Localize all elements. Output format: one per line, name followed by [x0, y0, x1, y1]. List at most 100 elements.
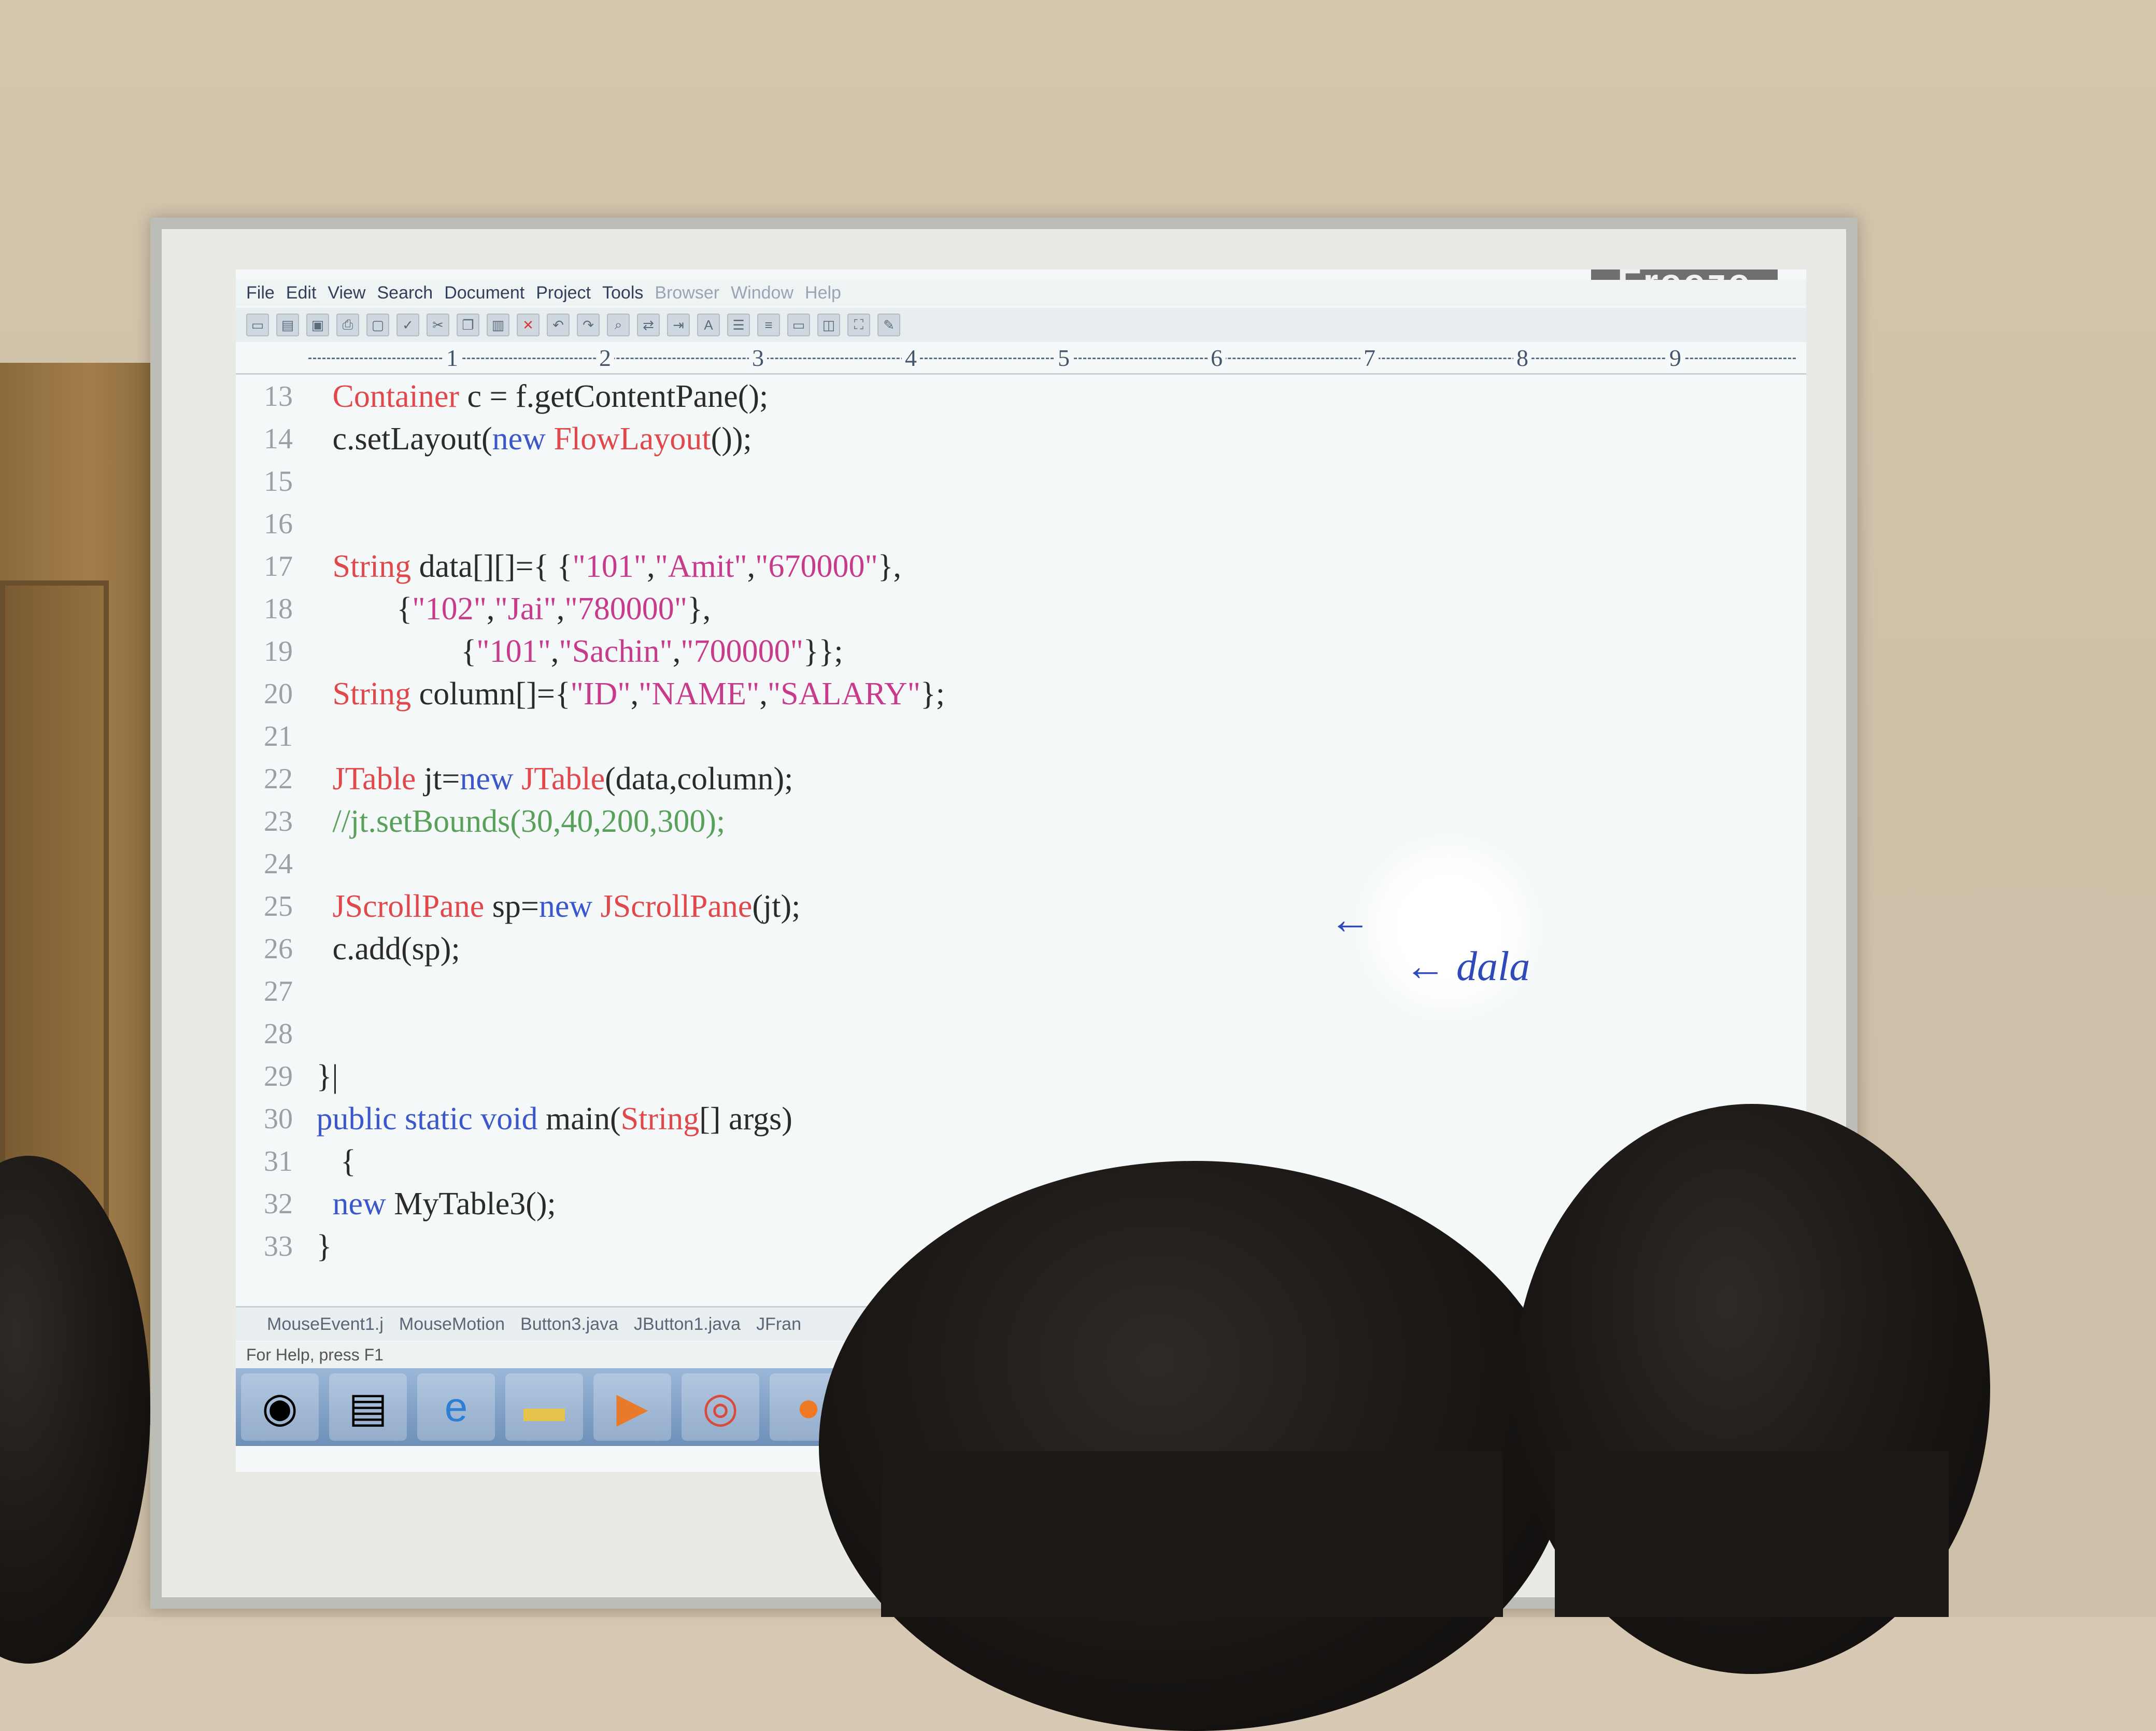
replace-icon[interactable]: ⇄	[637, 314, 660, 336]
code-line[interactable]: 30 public static void main(String[] args…	[236, 1098, 1806, 1140]
split-view-icon[interactable]: ◫	[817, 314, 840, 336]
new-file-icon[interactable]: ▭	[246, 314, 269, 336]
delete-icon[interactable]: ✕	[517, 314, 540, 336]
code-token: Container	[332, 379, 460, 414]
line-number: 15	[264, 465, 293, 498]
paste-icon[interactable]: ▥	[487, 314, 509, 336]
media-player-icon[interactable]: ▶	[593, 1373, 671, 1441]
code-token: "700000"	[680, 634, 803, 669]
code-line[interactable]: 13 Container c = f.getContentPane();	[236, 376, 1806, 417]
code-token: ,	[747, 549, 756, 584]
code-line[interactable]: 19 {"101","Sachin","700000"}};	[236, 631, 1806, 672]
code-line[interactable]: 24	[236, 843, 1806, 885]
start-button-icon[interactable]: ◉	[241, 1373, 319, 1441]
code-token: [] args)	[699, 1101, 792, 1137]
list-icon[interactable]: ☰	[727, 314, 750, 336]
code-text: c.setLayout(new FlowLayout());	[308, 418, 752, 460]
code-editor[interactable]: 13 Container c = f.getContentPane(); 14 c…	[236, 376, 1806, 1303]
file-tab[interactable]: JButton1.java	[634, 1314, 741, 1335]
code-token: //jt.setBounds(30,40,200,300);	[332, 804, 726, 839]
code-line[interactable]: 22 JTable jt=new JTable(data,column);	[236, 758, 1806, 800]
code-line[interactable]: 20 String column[]={"ID","NAME","SALARY"…	[236, 673, 1806, 715]
code-token: (jt);	[752, 889, 801, 924]
print-preview-icon[interactable]: ▢	[366, 314, 389, 336]
menu-item-window[interactable]: Window	[731, 283, 793, 303]
menu-item-document[interactable]: Document	[444, 283, 524, 303]
line-number: 32	[264, 1188, 293, 1220]
file-tab[interactable]: MouseMotion	[399, 1314, 505, 1335]
code-line[interactable]: 15	[236, 461, 1806, 502]
code-line[interactable]: 29 }|	[236, 1056, 1806, 1097]
code-token: ,	[486, 591, 495, 627]
menu-item-file[interactable]: File	[246, 283, 275, 303]
numbered-list-icon[interactable]: ≡	[757, 314, 780, 336]
code-line[interactable]: 18 {"102","Jai","780000"},	[236, 588, 1806, 630]
ruler-mark: 3	[749, 344, 767, 372]
ruler-mark: 8	[1513, 344, 1531, 372]
line-number: 23	[264, 805, 293, 838]
code-token: data[][]={ {	[411, 549, 573, 584]
save-icon[interactable]: ▣	[306, 314, 329, 336]
menu-item-project[interactable]: Project	[536, 283, 591, 303]
copy-icon[interactable]: ❐	[457, 314, 479, 336]
find-icon[interactable]: ⌕	[607, 314, 630, 336]
menu-bar: File Edit View Search Document Project Tools Br…	[236, 280, 1806, 306]
code-text: JScrollPane sp=new JScrollPane(jt);	[308, 886, 801, 927]
code-line[interactable]: 27	[236, 971, 1806, 1012]
code-line[interactable]: 23 //jt.setBounds(30,40,200,300);	[236, 801, 1806, 842]
cut-icon[interactable]: ✂	[427, 314, 449, 336]
code-token: JScrollPane	[332, 889, 485, 924]
code-line[interactable]: 31 {	[236, 1141, 1806, 1182]
code-line[interactable]: 25 JScrollPane sp=new JScrollPane(jt);	[236, 886, 1806, 927]
chrome-icon[interactable]: ◎	[682, 1373, 759, 1441]
ruler-mark: 2	[596, 344, 614, 372]
file-tab[interactable]: MouseEvent1.j	[267, 1314, 384, 1335]
window-icon[interactable]: ▭	[787, 314, 810, 336]
internet-explorer-icon[interactable]: e	[417, 1373, 495, 1441]
code-token: JScrollPane	[600, 889, 753, 924]
code-line[interactable]: 28	[236, 1013, 1806, 1055]
menu-item-browser[interactable]: Browser	[655, 283, 719, 303]
code-token: {	[396, 591, 413, 627]
code-token: "SALARY"	[767, 676, 921, 712]
code-line[interactable]: 14 c.setLayout(new FlowLayout());	[236, 418, 1806, 460]
menu-item-search[interactable]: Search	[377, 283, 433, 303]
open-folder-icon[interactable]: ▤	[276, 314, 299, 336]
menu-item-help[interactable]: Help	[805, 283, 841, 303]
spellcheck-icon[interactable]: ✓	[396, 314, 419, 336]
code-token: ,	[647, 549, 655, 584]
code-token: jt=	[416, 761, 460, 797]
line-number: 25	[264, 890, 293, 923]
menu-item-tools[interactable]: Tools	[602, 283, 643, 303]
student-head-center	[819, 1161, 1570, 1731]
file-tab[interactable]: JFran	[756, 1314, 801, 1335]
line-number: 20	[264, 678, 293, 710]
font-size-icon[interactable]: A	[697, 314, 720, 336]
menu-item-view[interactable]: View	[328, 283, 365, 303]
print-icon[interactable]: ⎙	[336, 314, 359, 336]
code-token: String	[332, 676, 412, 712]
code-token: }	[316, 1229, 332, 1264]
code-line[interactable]: 17 String data[][]={ {"101","Amit","6700…	[236, 546, 1806, 587]
fullscreen-icon[interactable]: ⛶	[847, 314, 870, 336]
undo-icon[interactable]: ↶	[547, 314, 570, 336]
code-line[interactable]: 26 c.add(sp);	[236, 928, 1806, 970]
indent-icon[interactable]: ⇥	[667, 314, 690, 336]
line-number: 21	[264, 720, 293, 753]
settings-icon[interactable]: ✎	[877, 314, 900, 336]
file-tab[interactable]: Button3.java	[520, 1314, 618, 1335]
file-explorer-icon[interactable]: ▬	[505, 1373, 583, 1441]
code-line[interactable]: 16	[236, 503, 1806, 545]
ruler-mark: 1	[443, 344, 461, 372]
app-launcher-icon[interactable]: ▤	[329, 1373, 407, 1441]
code-line[interactable]: 21	[236, 716, 1806, 757]
redo-icon[interactable]: ↷	[577, 314, 600, 336]
ruler-mark: 9	[1666, 344, 1684, 372]
menu-item-edit[interactable]: Edit	[286, 283, 317, 303]
code-token: }};	[803, 634, 843, 669]
code-token: "Amit"	[655, 549, 747, 584]
